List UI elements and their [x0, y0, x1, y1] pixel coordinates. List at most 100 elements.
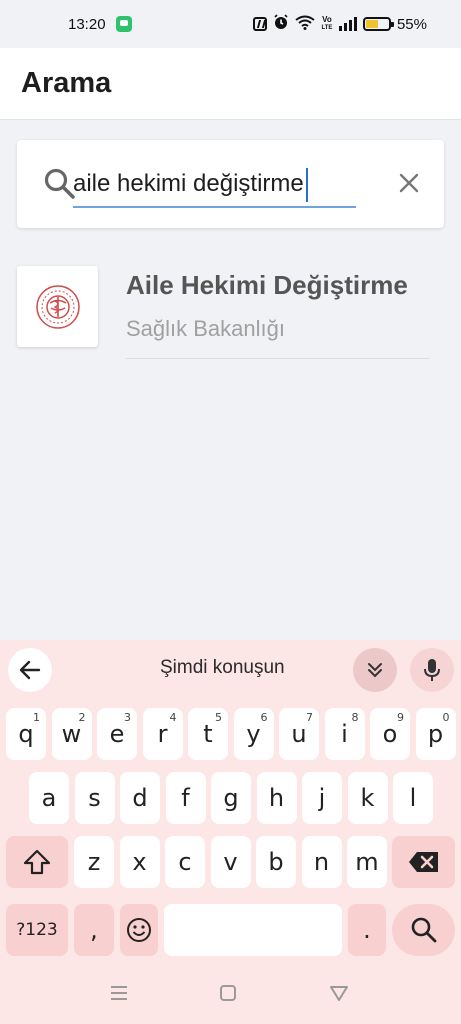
- search-key[interactable]: [392, 904, 455, 956]
- key-p[interactable]: p0: [415, 708, 456, 760]
- key-label: s: [88, 784, 101, 812]
- key-label: r: [157, 720, 168, 748]
- key-x[interactable]: x: [119, 836, 160, 888]
- key-q[interactable]: q1: [6, 708, 46, 760]
- health-ministry-emblem-icon: [35, 284, 80, 329]
- key-u[interactable]: u7: [279, 708, 319, 760]
- key-hint: 4: [169, 711, 177, 724]
- comma-key[interactable]: ,: [74, 904, 114, 956]
- key-label: k: [360, 784, 375, 812]
- key-label: q: [18, 720, 34, 748]
- result-divider: [126, 358, 430, 359]
- key-label: g: [223, 784, 239, 812]
- search-input-text: aile hekimi değiştirme: [73, 170, 304, 197]
- shift-key[interactable]: [6, 836, 68, 888]
- backspace-key[interactable]: [392, 836, 455, 888]
- status-bar: 13:20 Vo LTE 55%: [0, 0, 461, 48]
- key-label: x: [132, 848, 147, 876]
- search-input[interactable]: aile hekimi değiştirme: [73, 162, 356, 208]
- key-label: m: [355, 848, 379, 876]
- ministry-logo: [17, 266, 98, 347]
- key-label: w: [61, 720, 82, 748]
- key-label: e: [109, 720, 125, 748]
- key-label: l: [409, 784, 417, 812]
- volte-label-bottom: LTE: [321, 25, 333, 31]
- page-title: Arama: [21, 67, 112, 99]
- key-z[interactable]: z: [74, 836, 114, 888]
- result-title: Aile Hekimi Değiştirme: [126, 270, 408, 300]
- key-hint: 8: [351, 711, 359, 724]
- key-hint: 9: [397, 711, 404, 724]
- app-header: Arama: [0, 48, 461, 120]
- key-hint: 2: [78, 711, 86, 724]
- system-nav-bar: [0, 960, 461, 1024]
- key-g[interactable]: g: [211, 772, 251, 824]
- back-nav-icon[interactable]: [329, 984, 349, 1002]
- key-m[interactable]: m: [347, 836, 387, 888]
- key-label: h: [268, 784, 285, 812]
- key-label: t: [203, 720, 213, 748]
- search-box: aile hekimi değiştirme: [17, 140, 444, 228]
- signal-icon: [338, 17, 357, 31]
- key-o[interactable]: o9: [370, 708, 410, 760]
- key-label: d: [132, 784, 148, 812]
- result-subtitle: Sağlık Bakanlığı: [126, 316, 285, 341]
- backspace-icon: [408, 852, 438, 872]
- key-label: f: [181, 784, 190, 812]
- key-label: c: [178, 848, 192, 876]
- space-key[interactable]: [164, 904, 342, 956]
- key-c[interactable]: c: [165, 836, 205, 888]
- key-label: p: [427, 720, 444, 748]
- key-a[interactable]: a: [29, 772, 69, 824]
- key-l[interactable]: l: [393, 772, 433, 824]
- key-k[interactable]: k: [347, 772, 388, 824]
- message-notification-icon: [115, 16, 132, 32]
- key-h[interactable]: h: [256, 772, 297, 824]
- shift-icon: [23, 849, 51, 875]
- key-i[interactable]: i8: [324, 708, 365, 760]
- key-label: a: [41, 784, 57, 812]
- status-time: 13:20: [68, 15, 106, 33]
- volte-label-top: Vo: [322, 15, 332, 24]
- key-j[interactable]: j: [302, 772, 342, 824]
- battery-icon: [362, 17, 394, 31]
- text-caret: [305, 167, 308, 202]
- key-hint: 6: [260, 711, 268, 724]
- voice-input-label: Şimdi konuşun: [160, 657, 285, 678]
- key-label: o: [382, 720, 398, 748]
- home-nav-icon[interactable]: [219, 984, 237, 1002]
- key-b[interactable]: b: [256, 836, 296, 888]
- key-e[interactable]: e3: [97, 708, 137, 760]
- microphone-icon: [424, 659, 440, 681]
- clear-search-icon[interactable]: [398, 172, 420, 194]
- symbols-key[interactable]: ?123: [6, 904, 68, 956]
- key-t[interactable]: t5: [188, 708, 228, 760]
- status-icons: Vo LTE 55%: [252, 14, 427, 34]
- key-s[interactable]: s: [74, 772, 115, 824]
- volte-icon: Vo LTE: [321, 16, 333, 32]
- key-label: z: [87, 848, 101, 876]
- key-hint: 7: [306, 711, 313, 724]
- key-label: u: [291, 720, 307, 748]
- key-w[interactable]: w2: [51, 708, 92, 760]
- arrow-left-icon: [19, 660, 41, 680]
- key-n[interactable]: n: [301, 836, 342, 888]
- key-label: i: [341, 720, 348, 748]
- key-v[interactable]: v: [210, 836, 251, 888]
- keyboard-back-button[interactable]: [8, 648, 52, 692]
- period-key[interactable]: .: [348, 904, 386, 956]
- key-r[interactable]: r4: [142, 708, 183, 760]
- collapse-keyboard-button[interactable]: [353, 648, 397, 692]
- keyboard-toolbar: Şimdi konuşun: [0, 640, 461, 700]
- key-hint: 1: [33, 711, 40, 724]
- key-f[interactable]: f: [165, 772, 206, 824]
- key-hint: 5: [215, 711, 222, 724]
- key-y[interactable]: y6: [233, 708, 274, 760]
- emoji-key[interactable]: [120, 904, 158, 956]
- key-d[interactable]: d: [120, 772, 160, 824]
- microphone-button[interactable]: [410, 648, 454, 692]
- search-icon: [44, 168, 75, 199]
- wifi-icon: [295, 15, 315, 34]
- menu-nav-icon[interactable]: [109, 984, 129, 1002]
- key-hint: 0: [442, 711, 450, 724]
